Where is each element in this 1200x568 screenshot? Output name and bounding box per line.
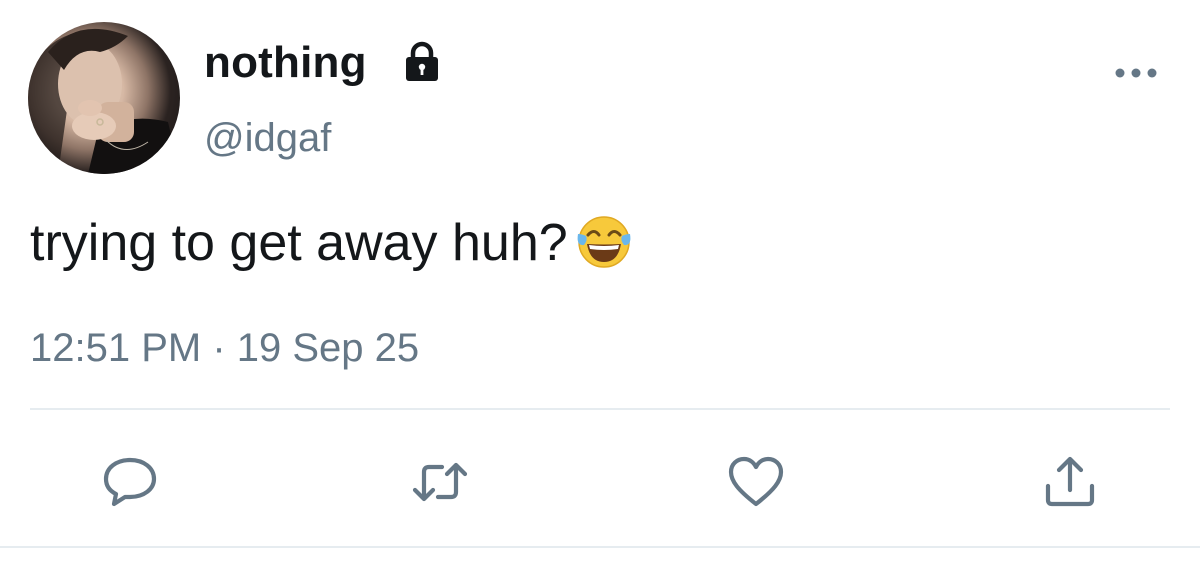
tweet-text: trying to get away huh? bbox=[30, 210, 634, 276]
tweet: nothing @idgaf trying to get away huh? 1… bbox=[0, 0, 1200, 568]
avatar-photo bbox=[28, 28, 180, 174]
reply-button[interactable] bbox=[100, 452, 160, 512]
username-handle[interactable]: @idgaf bbox=[204, 114, 331, 162]
display-name[interactable]: nothing bbox=[204, 36, 367, 90]
share-button[interactable] bbox=[1040, 452, 1100, 512]
share-icon bbox=[1045, 456, 1095, 507]
tweet-text-content: trying to get away huh? bbox=[30, 214, 568, 272]
more-horizontal-icon[interactable] bbox=[1112, 58, 1160, 88]
like-button[interactable] bbox=[726, 452, 786, 512]
retweet-button[interactable] bbox=[410, 452, 470, 512]
divider bbox=[0, 546, 1200, 548]
reply-icon bbox=[103, 457, 157, 507]
lock-icon bbox=[406, 41, 438, 81]
timestamp[interactable]: 12:51 PM · 19 Sep 25 bbox=[30, 322, 419, 374]
heart-icon bbox=[728, 456, 784, 507]
avatar[interactable] bbox=[28, 22, 180, 174]
face-with-tears-of-joy-emoji bbox=[577, 216, 631, 268]
retweet-icon bbox=[412, 462, 468, 502]
divider bbox=[30, 408, 1170, 410]
